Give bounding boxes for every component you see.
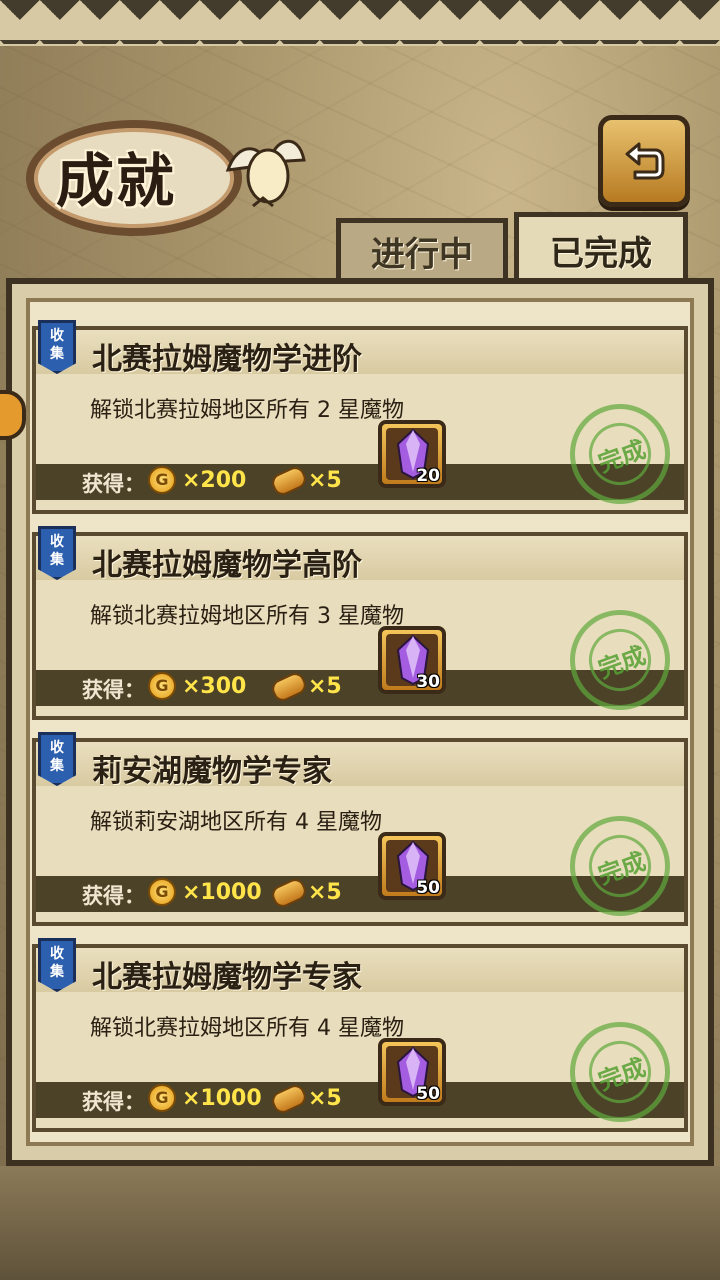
reward-label: 获得： [82, 678, 145, 702]
bread-amount: ×5 [308, 468, 342, 493]
gem-amount: 30 [416, 672, 440, 692]
bread-amount: ×5 [308, 1086, 342, 1111]
page-title: 成就 [56, 147, 177, 215]
card-header: 北赛拉姆魔物学高阶 [32, 532, 688, 583]
collect-tag: 收集 [38, 938, 76, 992]
coin-icon: G [148, 672, 176, 700]
achievement-card: 北赛拉姆魔物学进阶 收集 解锁北赛拉姆地区所有 2 星魔物 获得： G ×200… [32, 320, 688, 519]
collect-tag: 收集 [38, 732, 76, 786]
achievement-card: 北赛拉姆魔物学专家 收集 解锁北赛拉姆地区所有 4 星魔物 获得： G ×100… [32, 938, 688, 1137]
achievement-card: 北赛拉姆魔物学高阶 收集 解锁北赛拉姆地区所有 3 星魔物 获得： G ×300… [32, 526, 688, 725]
card-body: 解锁莉安湖地区所有 4 星魔物 获得： G ×1000 ×5 50 完成 [32, 786, 688, 931]
coin-amount: ×300 [182, 674, 247, 699]
reward-label: 获得： [82, 1090, 145, 1114]
bread-icon [268, 1081, 310, 1117]
card-body: 解锁北赛拉姆地区所有 2 星魔物 获得： G ×200 ×5 20 完成 [32, 374, 688, 519]
collect-tag: 收集 [38, 320, 76, 374]
card-description: 解锁莉安湖地区所有 4 星魔物 [90, 810, 382, 835]
card-title: 北赛拉姆魔物学高阶 [92, 548, 362, 583]
card-title: 莉安湖魔物学专家 [92, 754, 332, 789]
gem-amount: 20 [416, 466, 440, 486]
card-header: 北赛拉姆魔物学进阶 [32, 326, 688, 377]
gem-amount: 50 [416, 878, 440, 898]
coin-amount: ×1000 [182, 1086, 262, 1111]
back-arrow-icon [625, 142, 665, 180]
bread-icon [268, 463, 310, 499]
gem-reward: 50 [378, 1038, 446, 1106]
coin-icon: G [148, 466, 176, 494]
card-header: 莉安湖魔物学专家 [32, 738, 688, 789]
card-title: 北赛拉姆魔物学进阶 [92, 342, 362, 377]
tab-in-progress[interactable]: 进行中 [336, 218, 508, 279]
bread-amount: ×5 [308, 674, 342, 699]
title-badge: 成就 [18, 110, 308, 236]
bread-icon [268, 669, 310, 705]
bottom-background [0, 1166, 720, 1280]
tab-completed[interactable]: 已完成 [514, 212, 688, 283]
achievement-card: 莉安湖魔物学专家 收集 解锁莉安湖地区所有 4 星魔物 获得： G ×1000 … [32, 732, 688, 931]
collect-tag: 收集 [38, 526, 76, 580]
card-description: 解锁北赛拉姆地区所有 3 星魔物 [90, 604, 404, 629]
card-description: 解锁北赛拉姆地区所有 2 星魔物 [90, 398, 404, 423]
reward-label: 获得： [82, 472, 145, 496]
card-header: 北赛拉姆魔物学专家 [32, 944, 688, 995]
gem-amount: 50 [416, 1084, 440, 1104]
bread-icon [268, 875, 310, 911]
gem-reward: 50 [378, 832, 446, 900]
reward-label: 获得： [82, 884, 145, 908]
coin-amount: ×200 [182, 468, 247, 493]
card-body: 解锁北赛拉姆地区所有 4 星魔物 获得： G ×1000 ×5 50 完成 [32, 992, 688, 1137]
back-button[interactable] [598, 115, 690, 207]
coin-icon: G [148, 878, 176, 906]
gem-reward: 20 [378, 420, 446, 488]
bread-amount: ×5 [308, 880, 342, 905]
coin-amount: ×1000 [182, 880, 262, 905]
card-description: 解锁北赛拉姆地区所有 4 星魔物 [90, 1016, 404, 1041]
winged-egg-icon [225, 139, 306, 208]
gem-reward: 30 [378, 626, 446, 694]
card-body: 解锁北赛拉姆地区所有 3 星魔物 获得： G ×300 ×5 30 完成 [32, 580, 688, 725]
card-title: 北赛拉姆魔物学专家 [92, 960, 362, 995]
top-border [0, 0, 720, 46]
coin-icon: G [148, 1084, 176, 1112]
